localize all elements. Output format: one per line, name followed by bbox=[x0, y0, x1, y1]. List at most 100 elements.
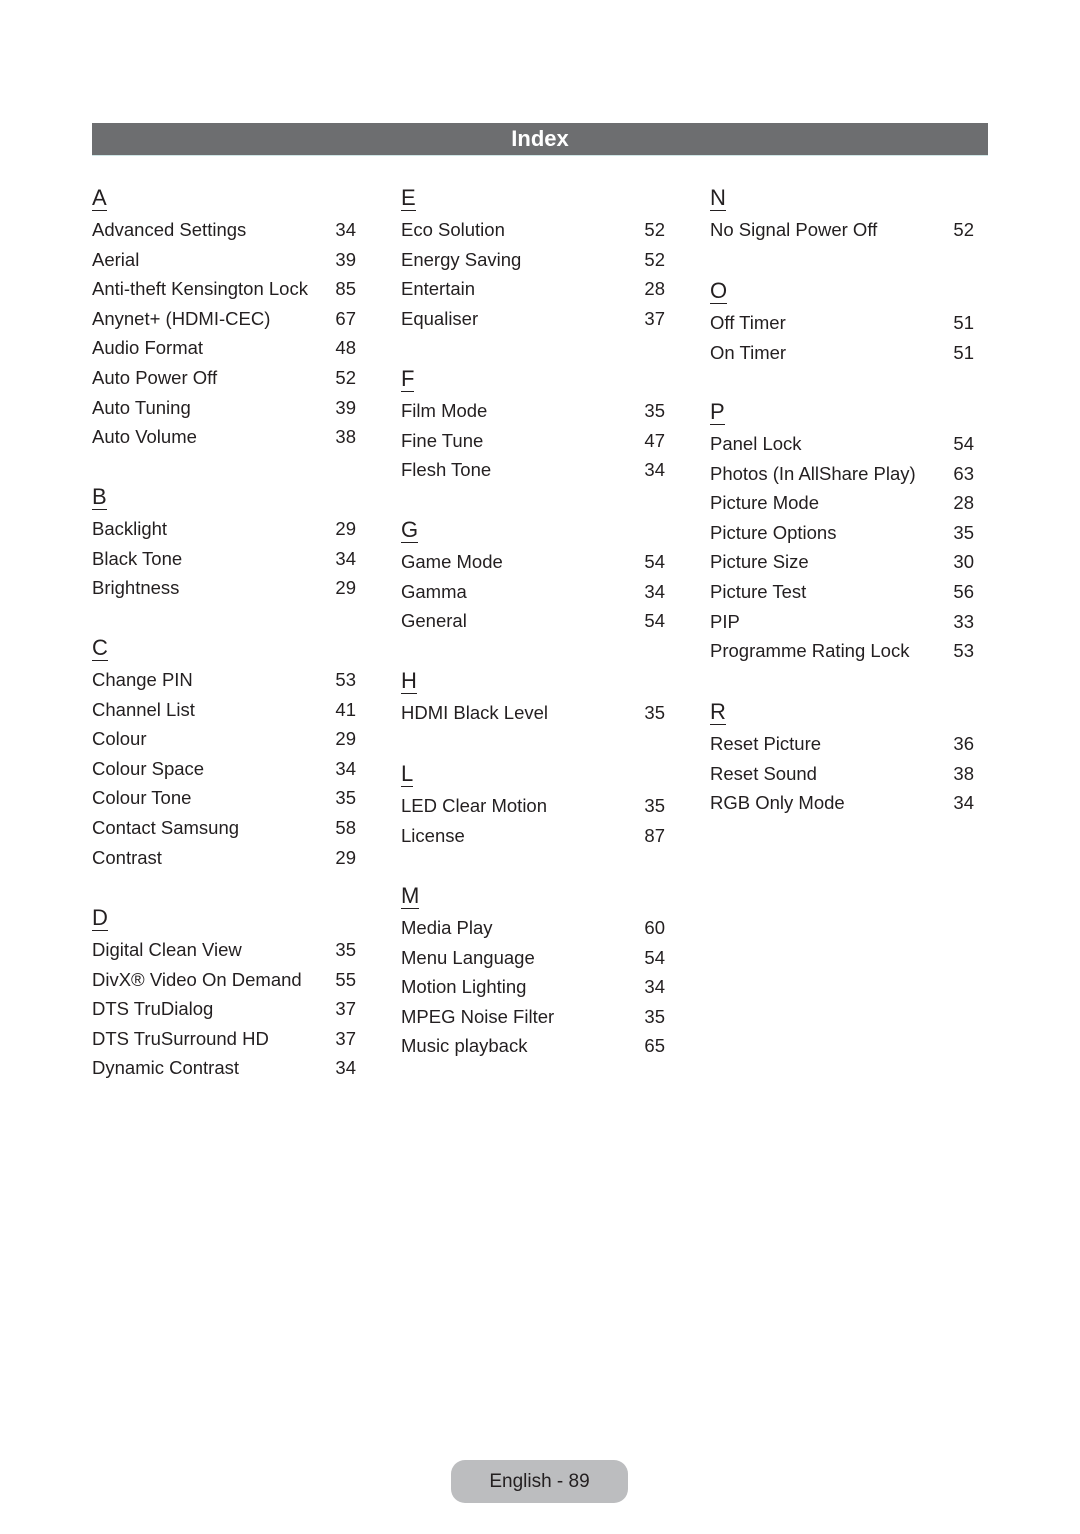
index-entry-page-number: 35 bbox=[335, 939, 356, 960]
index-entry: Advanced Settings 34 bbox=[92, 215, 356, 245]
index-entry-page-number: 87 bbox=[644, 824, 665, 846]
index-entry: On Timer 51 bbox=[710, 338, 974, 368]
index-entry: Entertain 28 bbox=[401, 274, 665, 304]
index-entry: Picture Test 56 bbox=[710, 577, 974, 607]
index-entry: Media Play 60 bbox=[401, 913, 665, 943]
index-entry-page-number: 56 bbox=[953, 580, 974, 602]
index-entry: Picture Options 35 bbox=[710, 518, 974, 548]
index-entry-term: Media Play bbox=[401, 917, 493, 938]
index-section-h: H HDMI Black Level 35 bbox=[401, 669, 665, 728]
index-entry-page-number: 28 bbox=[953, 492, 974, 514]
index-entry-page-number: 53 bbox=[953, 640, 974, 662]
index-entry-term: Photos (In AllShare Play) bbox=[710, 462, 916, 484]
index-entry: Contrast 29 bbox=[92, 843, 356, 873]
index-entry-term: Audio Format bbox=[92, 337, 204, 359]
index-entry-page-number: 34 bbox=[644, 580, 665, 602]
index-entry-page-number: 47 bbox=[644, 429, 665, 451]
index-entry: Eco Solution 52 bbox=[401, 215, 665, 245]
index-entry-term: Programme Rating Lock bbox=[710, 640, 910, 662]
index-entry-page-number: 38 bbox=[953, 762, 974, 784]
index-entry-page-number: 55 bbox=[335, 968, 356, 990]
index-entry: Anti-theft Kensington Lock 85 bbox=[92, 274, 356, 304]
index-entry: Photos (In AllShare Play) 63 bbox=[710, 459, 974, 489]
index-entry: Gamma 34 bbox=[401, 577, 665, 607]
index-section-l: L LED Clear Motion 35 License 87 bbox=[401, 762, 665, 850]
section-letter-heading: R bbox=[710, 699, 726, 725]
index-entry-term: Entertain bbox=[401, 278, 476, 300]
section-letter-heading: C bbox=[92, 635, 108, 661]
index-entry-page-number: 38 bbox=[335, 426, 356, 448]
index-entry: Flesh Tone 34 bbox=[401, 455, 665, 485]
index-entry: Channel List 41 bbox=[92, 695, 356, 725]
index-entry: Auto Tuning 39 bbox=[92, 393, 356, 423]
index-entry-page-number: 48 bbox=[335, 337, 356, 359]
index-section-b: B Backlight 29 Black Tone 34 Brightness 29 bbox=[92, 485, 356, 603]
index-entry-page-number: 65 bbox=[644, 1035, 665, 1057]
index-entry-term: Music playback bbox=[401, 1035, 528, 1057]
index-entry-page-number: 37 bbox=[644, 307, 665, 329]
index-entry: Aerial 39 bbox=[92, 245, 356, 275]
index-entry-term: PIP bbox=[710, 610, 740, 632]
index-entry: DivX® Video On Demand 55 bbox=[92, 965, 356, 995]
index-entry-term: Picture Size bbox=[710, 551, 809, 573]
section-letter-heading: P bbox=[710, 399, 725, 425]
index-entry-page-number: 29 bbox=[335, 846, 356, 868]
index-entry-page-number: 41 bbox=[335, 698, 356, 720]
index-entry-page-number: 39 bbox=[335, 248, 356, 270]
index-entry-page-number: 60 bbox=[644, 917, 665, 938]
index-entry-page-number: 58 bbox=[335, 816, 356, 838]
index-section-n: N No Signal Power Off 52 bbox=[710, 186, 974, 245]
index-entry: RGB Only Mode 34 bbox=[710, 788, 974, 818]
index-entry-page-number: 35 bbox=[644, 400, 665, 421]
index-entry-page-number: 30 bbox=[953, 551, 974, 573]
index-entry: Dynamic Contrast 34 bbox=[92, 1053, 356, 1083]
index-entry-page-number: 54 bbox=[644, 610, 665, 632]
index-entry: Black Tone 34 bbox=[92, 544, 356, 574]
page-title: Index bbox=[511, 126, 569, 151]
section-letter-heading: F bbox=[401, 366, 415, 392]
index-entry-page-number: 36 bbox=[953, 733, 974, 754]
index-entry: Auto Power Off 52 bbox=[92, 363, 356, 393]
index-entry-page-number: 35 bbox=[644, 795, 665, 816]
index-entry: Panel Lock 54 bbox=[710, 429, 974, 459]
index-entry-page-number: 67 bbox=[335, 307, 356, 329]
index-entry-page-number: 52 bbox=[335, 366, 356, 388]
index-entry-page-number: 29 bbox=[335, 728, 356, 750]
index-entry-term: Black Tone bbox=[92, 547, 183, 569]
index-section-d: D Digital Clean View 35 DivX® Video On Dema… bbox=[92, 906, 356, 1083]
section-letter-heading: D bbox=[92, 905, 108, 931]
index-entry-term: Fine Tune bbox=[401, 429, 484, 451]
index-section-c: C Change PIN 53 Channel List 41 Colour 29 Colou… bbox=[92, 636, 356, 872]
index-entry-term: Colour Space bbox=[92, 757, 205, 779]
index-entry-term: Anynet+ (HDMI-CEC) bbox=[92, 307, 271, 329]
index-entry-term: Off Timer bbox=[710, 312, 786, 333]
index-entry-term: Colour Tone bbox=[92, 787, 192, 809]
section-letter-heading: M bbox=[401, 883, 420, 909]
index-entry-term: Picture Test bbox=[710, 580, 807, 602]
index-entry: Reset Picture 36 bbox=[710, 729, 974, 759]
index-section-m: M Media Play 60 Menu Language 54 Motion Light… bbox=[401, 884, 665, 1061]
index-entry: PIP 33 bbox=[710, 607, 974, 637]
index-entry: Auto Volume 38 bbox=[92, 422, 356, 452]
index-entry-page-number: 39 bbox=[335, 396, 356, 418]
index-entry-page-number: 35 bbox=[644, 702, 665, 723]
index-entry-term: Game Mode bbox=[401, 551, 503, 572]
index-entry-page-number: 34 bbox=[953, 792, 974, 814]
index-entry-page-number: 52 bbox=[644, 219, 665, 240]
index-entry-term: Dynamic Contrast bbox=[92, 1057, 240, 1079]
index-section-a: A Advanced Settings 34 Aerial 39 Anti-theft K… bbox=[92, 186, 356, 452]
index-entry-page-number: 85 bbox=[335, 278, 356, 300]
index-entry: No Signal Power Off 52 bbox=[710, 215, 974, 245]
index-entry-page-number: 35 bbox=[335, 787, 356, 809]
page-number-label: English - 89 bbox=[489, 1471, 590, 1492]
index-entry-page-number: 54 bbox=[953, 433, 974, 454]
index-entry-term: Picture Options bbox=[710, 521, 837, 543]
index-entry-term: HDMI Black Level bbox=[401, 702, 549, 723]
index-entry-page-number: 34 bbox=[335, 1057, 356, 1079]
index-entry-term: Channel List bbox=[92, 698, 195, 720]
index-entry: Music playback 65 bbox=[401, 1031, 665, 1061]
index-entry-page-number: 28 bbox=[644, 278, 665, 300]
index-entry-term: Digital Clean View bbox=[92, 939, 242, 960]
index-entry: Programme Rating Lock 53 bbox=[710, 636, 974, 666]
index-entry: DTS TruSurround HD 37 bbox=[92, 1024, 356, 1054]
